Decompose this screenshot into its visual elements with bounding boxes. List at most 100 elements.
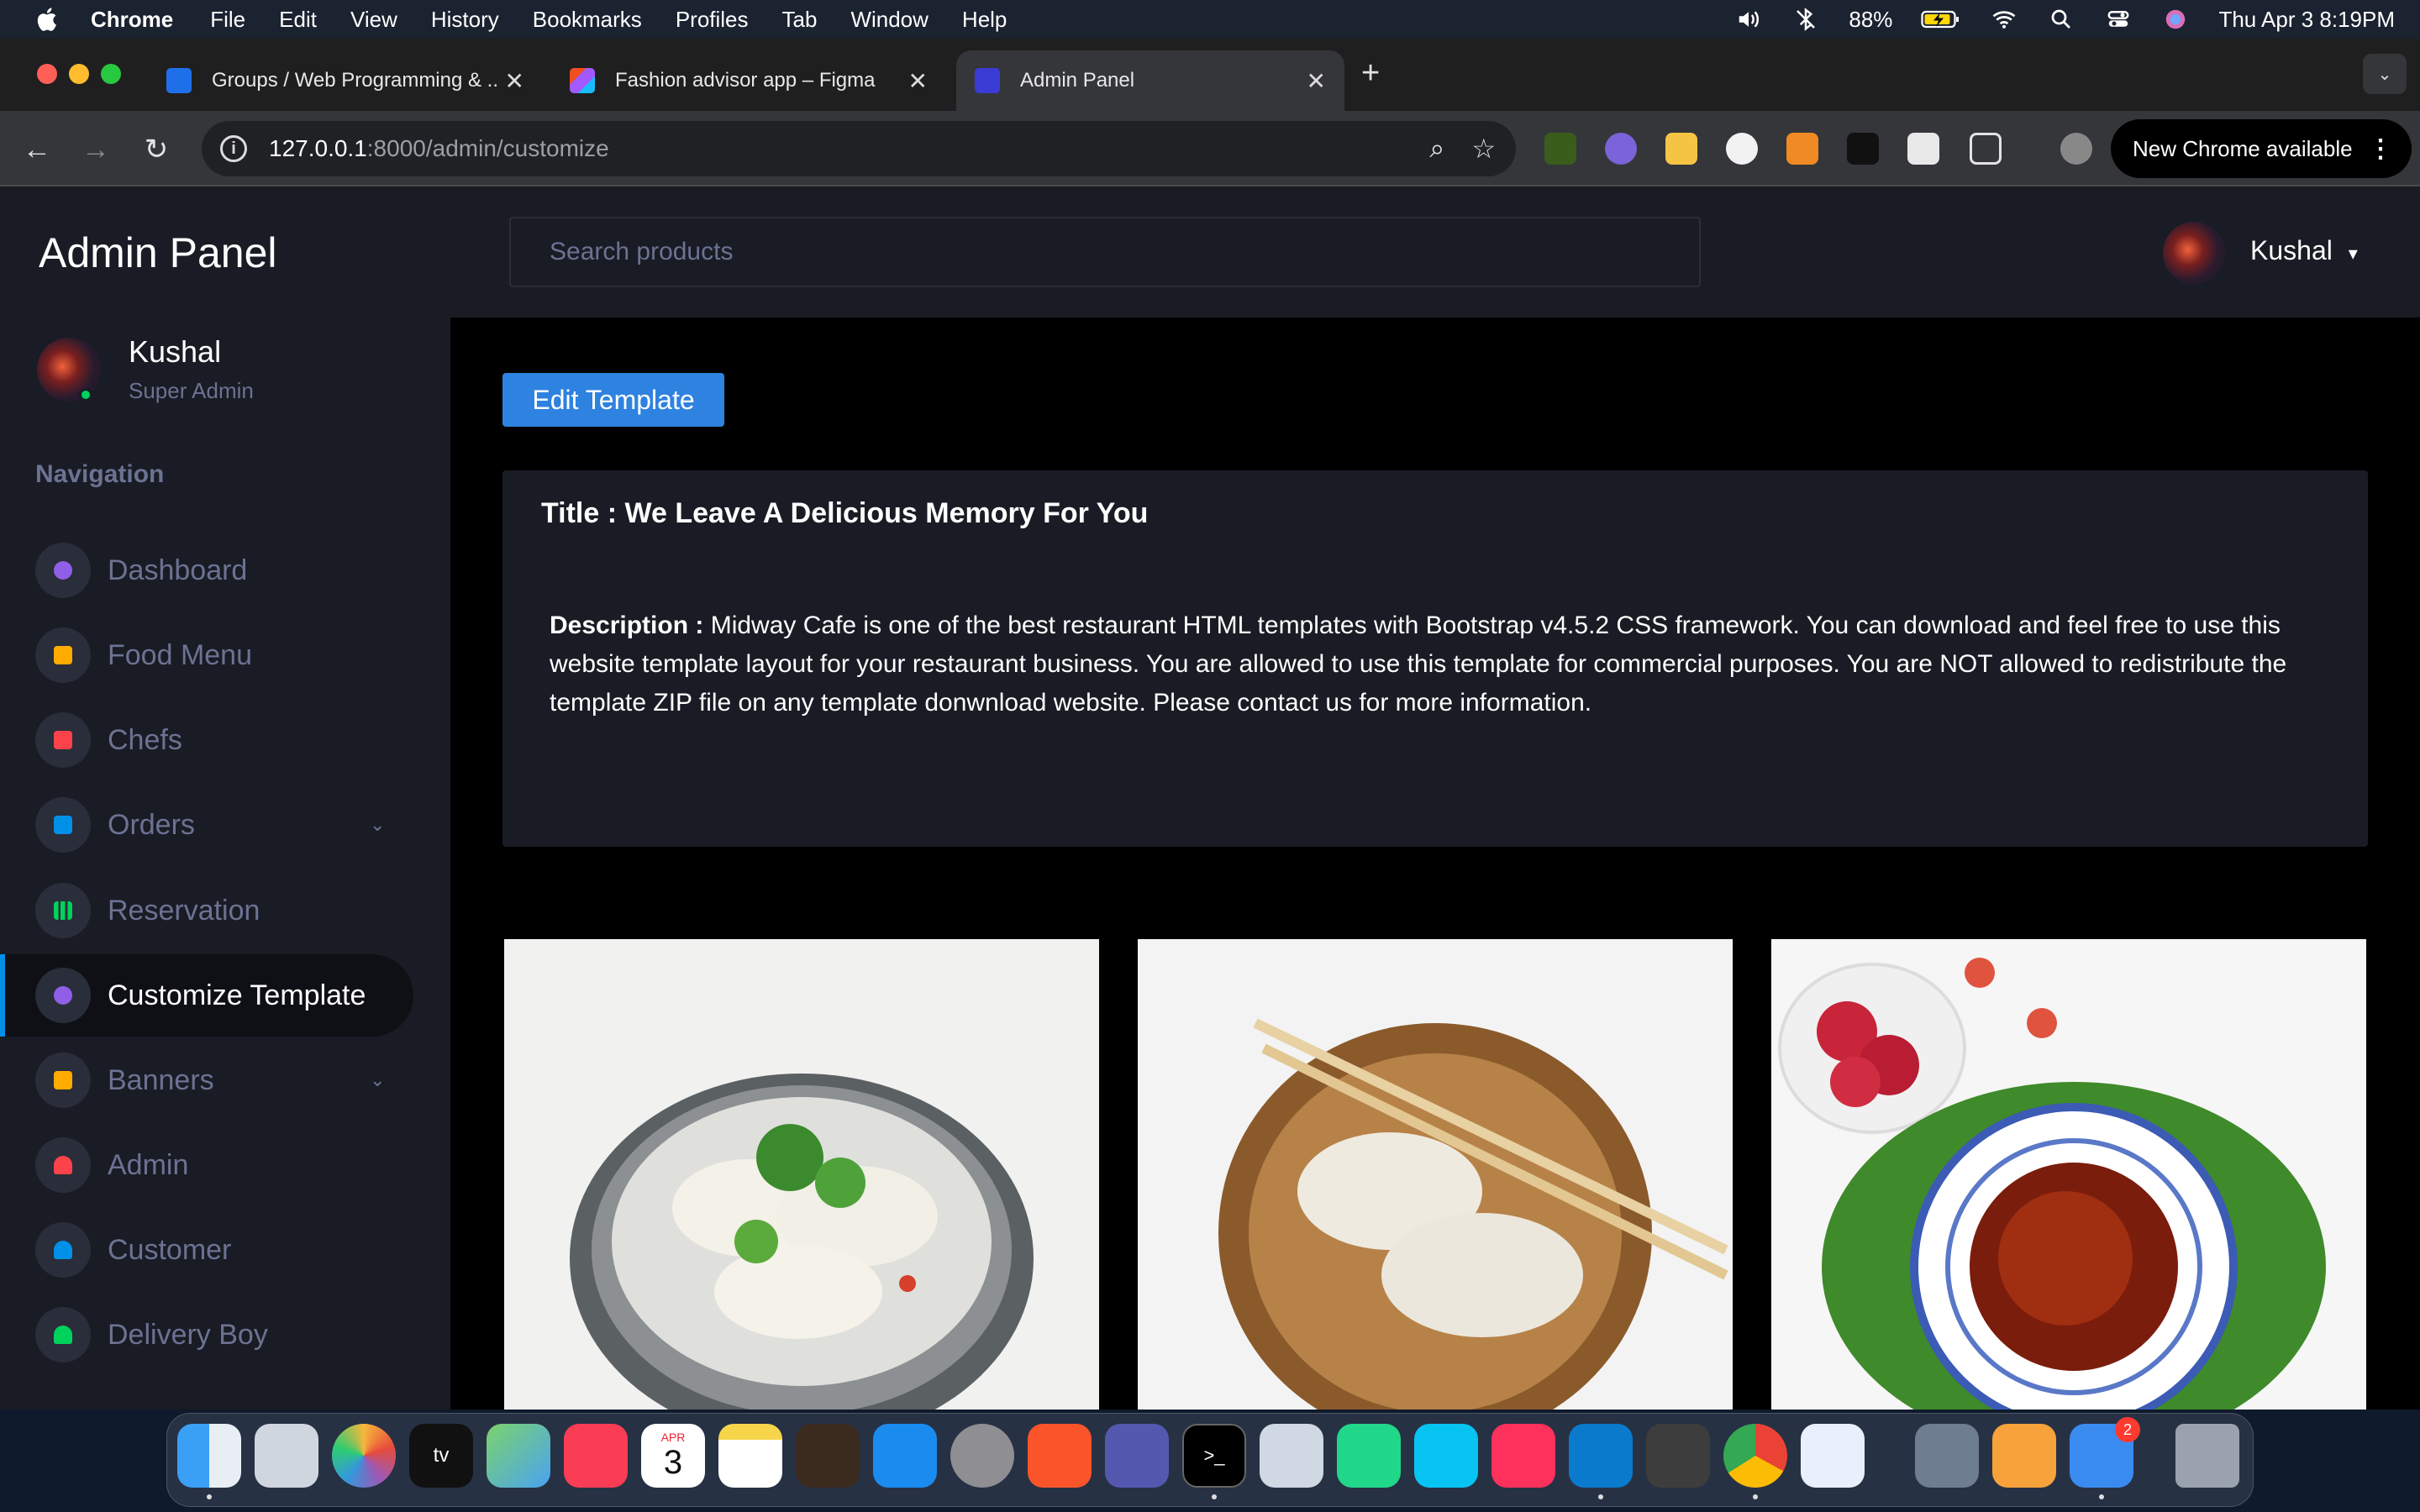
brave-icon[interactable] xyxy=(1028,1424,1092,1488)
menu-tab[interactable]: Tab xyxy=(782,7,818,33)
intellij-icon[interactable] xyxy=(1491,1424,1555,1488)
chevron-down-icon[interactable]: ⌄ xyxy=(370,814,385,836)
url-host: 127.0.0.1 xyxy=(269,135,367,161)
music-icon[interactable] xyxy=(564,1424,628,1488)
template-image-dumplings-bowl[interactable] xyxy=(504,939,1099,1410)
sidebar-item-banners[interactable]: Banners ⌄ xyxy=(0,1039,413,1121)
sidebar-item-customer[interactable]: Customer xyxy=(0,1209,413,1291)
apple-icon[interactable] xyxy=(34,5,62,34)
spotlight-search-icon[interactable] xyxy=(2047,7,2075,32)
kebab-menu-icon[interactable]: ⋮ xyxy=(2368,134,2393,164)
sidebar-item-label: Admin xyxy=(108,1148,189,1181)
forward-arrow-icon[interactable]: → xyxy=(77,131,114,168)
tab-title: Admin Panel xyxy=(1020,69,1135,92)
garageband-icon[interactable] xyxy=(796,1424,860,1488)
close-window-button[interactable] xyxy=(37,64,57,84)
extension-grid-icon[interactable] xyxy=(1907,133,1939,165)
webstorm-icon[interactable] xyxy=(1414,1424,1478,1488)
tab-search-chevron-icon[interactable]: ⌄ xyxy=(2363,54,2407,94)
site-info-icon[interactable]: i xyxy=(220,135,247,162)
sidebar-item-reservation[interactable]: Reservation xyxy=(0,869,413,952)
zoom-icon[interactable]: ⌕ xyxy=(1429,133,1444,165)
extension-s-icon[interactable] xyxy=(1665,133,1697,165)
brand-title[interactable]: Admin Panel xyxy=(39,228,277,277)
extension-ghost-icon[interactable] xyxy=(1605,133,1637,165)
menu-edit[interactable]: Edit xyxy=(279,7,317,33)
bookmark-star-icon[interactable]: ☆ xyxy=(1471,133,1496,165)
sidebar-item-customize-template[interactable]: Customize Template xyxy=(0,954,413,1037)
zoom-window-button[interactable] xyxy=(101,64,121,84)
profile-role: Super Admin xyxy=(129,378,254,403)
sidebar-item-food-menu[interactable]: Food Menu xyxy=(0,614,413,696)
maps-icon[interactable] xyxy=(487,1424,550,1488)
chrome-icon[interactable] xyxy=(1723,1424,1787,1488)
close-icon[interactable]: ✕ xyxy=(908,67,928,95)
control-center-icon[interactable] xyxy=(2104,7,2133,32)
pycharm-icon[interactable] xyxy=(1337,1424,1401,1488)
tableplus-icon[interactable] xyxy=(1646,1424,1710,1488)
address-bar[interactable]: i 127.0.0.1:8000/admin/customize ⌕ ☆ xyxy=(202,121,1516,176)
teams-icon[interactable] xyxy=(1105,1424,1169,1488)
extensions-puzzle-icon[interactable] xyxy=(1970,133,2002,165)
reload-icon[interactable]: ↻ xyxy=(138,131,175,168)
notes-icon[interactable] xyxy=(718,1424,782,1488)
new-chrome-label: New Chrome available xyxy=(2133,135,2353,161)
close-icon[interactable]: ✕ xyxy=(1307,67,1326,95)
bluetooth-off-icon[interactable] xyxy=(1791,7,1820,32)
template-image-tea-cup[interactable] xyxy=(1771,939,2366,1410)
tab-groups-web-programming[interactable]: Groups / Web Programming & ... ✕ xyxy=(148,50,543,111)
avatar[interactable] xyxy=(2163,222,2225,284)
wifi-icon[interactable] xyxy=(1990,7,2018,32)
chevron-down-icon[interactable]: ⌄ xyxy=(370,1069,385,1091)
search-input[interactable] xyxy=(509,217,1701,287)
sidebar-item-chefs[interactable]: Chefs xyxy=(0,699,413,781)
photos-icon[interactable] xyxy=(332,1424,396,1488)
sidebar-item-dashboard[interactable]: Dashboard xyxy=(0,529,413,612)
tab-figma[interactable]: Fashion advisor app – Figma ✕ xyxy=(551,50,946,111)
clock[interactable]: Thu Apr 3 8:19PM xyxy=(2218,7,2395,33)
user-menu[interactable]: Kushal ▾ xyxy=(2250,235,2358,266)
app-store-icon[interactable] xyxy=(873,1424,937,1488)
pages-icon[interactable] xyxy=(1992,1424,2056,1488)
finder-icon[interactable] xyxy=(177,1424,241,1488)
new-chrome-available-button[interactable]: New Chrome available ⋮ xyxy=(2111,119,2412,178)
menu-profiles[interactable]: Profiles xyxy=(676,7,749,33)
database-icon[interactable] xyxy=(1260,1424,1323,1488)
calendar-icon[interactable]: APR 3 xyxy=(641,1424,705,1488)
terminal-icon[interactable]: >_ xyxy=(1182,1424,1246,1488)
volume-icon[interactable] xyxy=(1734,7,1763,32)
vscode-icon[interactable] xyxy=(1569,1424,1633,1488)
template-image-dumplings-plate[interactable] xyxy=(1138,939,1733,1410)
back-arrow-icon[interactable]: ← xyxy=(18,131,55,168)
extension-chart-icon[interactable] xyxy=(1726,133,1758,165)
menu-app-name[interactable]: Chrome xyxy=(91,7,173,33)
menu-bookmarks[interactable]: Bookmarks xyxy=(533,7,642,33)
launchpad-icon[interactable] xyxy=(255,1424,318,1488)
battery-charging-icon[interactable] xyxy=(1921,7,1961,32)
sidebar-item-orders[interactable]: Orders ⌄ xyxy=(0,784,413,866)
extension-stats-icon[interactable] xyxy=(1544,133,1576,165)
new-tab-button[interactable]: + xyxy=(1361,55,1380,92)
menu-view[interactable]: View xyxy=(350,7,397,33)
system-settings-icon[interactable] xyxy=(950,1424,1014,1488)
menu-file[interactable]: File xyxy=(210,7,245,33)
siri-icon[interactable] xyxy=(2161,7,2190,32)
sidebar-item-delivery-boy[interactable]: Delivery Boy xyxy=(0,1294,413,1376)
sidebar-item-admin[interactable]: Admin xyxy=(0,1124,413,1206)
menu-history[interactable]: History xyxy=(431,7,499,33)
running-indicator xyxy=(1598,1494,1603,1499)
close-icon[interactable]: ✕ xyxy=(505,67,524,95)
profile-avatar-icon[interactable] xyxy=(2060,133,2092,165)
apple-tv-icon[interactable]: tv xyxy=(409,1424,473,1488)
tab-admin-panel[interactable]: Admin Panel ✕ xyxy=(956,50,1344,111)
xcode-instruments-icon[interactable] xyxy=(1801,1424,1865,1488)
minimize-window-button[interactable] xyxy=(69,64,89,84)
edit-template-button[interactable]: Edit Template xyxy=(502,373,724,427)
extension-record-icon[interactable] xyxy=(1786,133,1818,165)
calendar-month: APR xyxy=(660,1430,686,1444)
menu-help[interactable]: Help xyxy=(962,7,1007,33)
menu-window[interactable]: Window xyxy=(850,7,928,33)
extension-dots-icon[interactable] xyxy=(1847,133,1879,165)
preview-icon[interactable] xyxy=(1915,1424,1979,1488)
trash-icon[interactable] xyxy=(2175,1424,2239,1488)
